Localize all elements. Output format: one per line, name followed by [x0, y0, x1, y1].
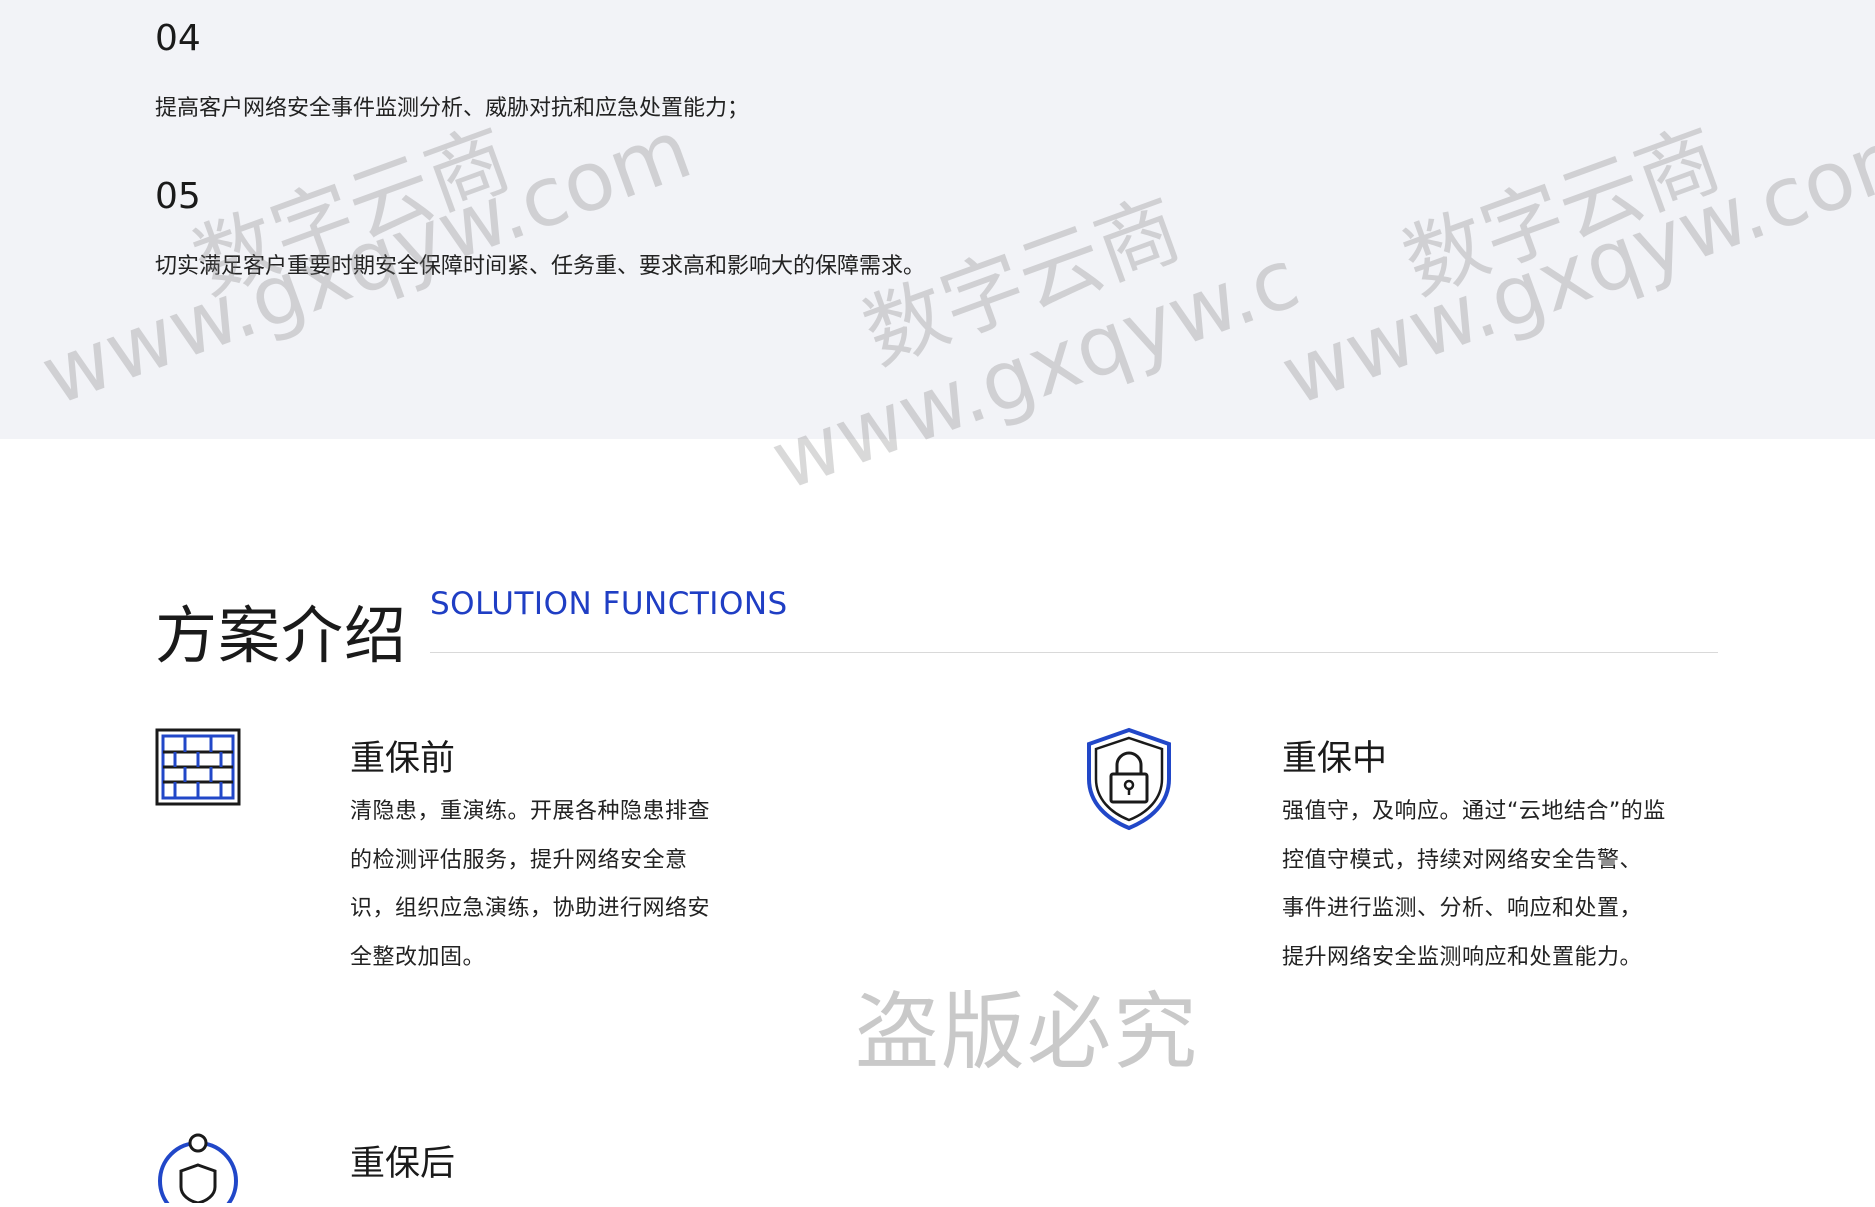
section-title: 方案介绍 [155, 599, 408, 672]
section-divider [430, 652, 1718, 653]
feature-description-line: 的检测评估服务，提升网络安全意 [350, 847, 688, 873]
section-subtitle: SOLUTION FUNCTIONS [430, 586, 788, 622]
feature-title: 重保前 [350, 739, 456, 779]
feature-description-line: 识，组织应急演练，协助进行网络安 [350, 896, 711, 921]
feature-title: 重保中 [1282, 739, 1388, 779]
watermark-stamp: 盗版必究 [855, 983, 1200, 1081]
feature-description-line: 清隐患，重演练。开展各种隐患排查 [350, 799, 711, 824]
firewall-icon [155, 728, 241, 810]
objective-number: 05 [155, 176, 201, 217]
feature-description-line: 全整改加固。 [350, 944, 486, 970]
feature-description: 清隐患，重演练。开展各种隐患排查 的检测评估服务，提升网络安全意 识，组织应急演… [350, 788, 710, 982]
feature-description-line: 提升网络安全监测响应和处置能力。 [1282, 944, 1643, 970]
feature-description-line: 强值守，及响应。通过“云地结合”的监 [1282, 799, 1666, 824]
feature-title: 重保后 [350, 1144, 456, 1184]
shield-orbit-icon [155, 1133, 241, 1207]
shield-lock-icon [1085, 727, 1173, 835]
objective-text: 提高客户网络安全事件监测分析、威胁对抗和应急处置能力； [155, 96, 750, 121]
feature-description-line: 控值守模式，持续对网络安全告警、 [1282, 847, 1643, 873]
objective-text: 切实满足客户重要时期安全保障时间紧、任务重、要求高和影响大的保障需求。 [155, 254, 926, 279]
feature-description-line: 事件进行监测、分析、响应和处置， [1282, 896, 1643, 921]
feature-description: 强值守，及响应。通过“云地结合”的监 控值守模式，持续对网络安全告警、 事件进行… [1282, 788, 1666, 982]
objectives-band [0, 0, 1875, 439]
objective-number: 04 [155, 18, 201, 59]
